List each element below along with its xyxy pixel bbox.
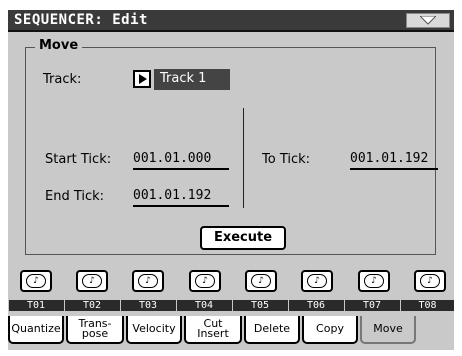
audio-icon: ♪ <box>364 274 384 288</box>
tab-copy[interactable]: Copy <box>302 316 358 344</box>
tab-label-line2: Insert <box>197 327 229 340</box>
panel-title: Move <box>35 38 83 53</box>
triangle-down-icon <box>420 16 436 25</box>
track-label-t02: T02 <box>64 300 119 311</box>
tab-velocity[interactable]: Velocity <box>126 316 182 344</box>
end-tick-field[interactable]: 001.01.192 <box>133 188 229 207</box>
track-label-t06: T06 <box>288 300 343 311</box>
end-tick-label: End Tick: <box>45 189 105 204</box>
audio-icon: ♪ <box>195 274 215 288</box>
audio-icon: ♪ <box>251 274 271 288</box>
tab-label: Velocity <box>132 322 176 335</box>
audio-icon: ♪ <box>307 274 327 288</box>
panel-divider <box>243 108 244 208</box>
tab-transpose[interactable]: Trans-pose <box>66 316 124 344</box>
track-button-2[interactable]: ♪ <box>76 270 108 292</box>
audio-icon: ♪ <box>138 274 158 288</box>
tab-move[interactable]: Move <box>360 316 416 344</box>
tab-delete[interactable]: Delete <box>244 316 300 344</box>
track-strip: ♪ ♪ ♪ ♪ ♪ ♪ ♪ ♪ T01 T02 T03 T04 T05 T06 … <box>8 262 454 319</box>
page-title: SEQUENCER: Edit <box>14 12 148 28</box>
to-tick-label: To Tick: <box>262 152 311 167</box>
tab-label: Delete <box>253 322 291 335</box>
track-button-7[interactable]: ♪ <box>358 270 390 292</box>
execute-button[interactable]: Execute <box>200 226 286 250</box>
tab-label: Move <box>373 322 403 335</box>
play-triangle-icon <box>139 74 147 84</box>
track-select-button[interactable] <box>133 70 151 88</box>
tab-cut-insert[interactable]: Cut Insert <box>184 316 242 344</box>
track-button-8[interactable]: ♪ <box>414 270 446 292</box>
track-label-t04: T04 <box>176 300 231 311</box>
tab-label-line2: pose <box>81 327 109 340</box>
track-label-t07: T07 <box>344 300 399 311</box>
page-menu-button[interactable] <box>406 13 450 28</box>
audio-icon: ♪ <box>26 274 46 288</box>
sequencer-screen: SEQUENCER: Edit Move Track: Track 1 Star… <box>8 10 454 350</box>
track-button-4[interactable]: ♪ <box>189 270 221 292</box>
track-label: Track: <box>43 72 82 87</box>
track-button-1[interactable]: ♪ <box>20 270 52 292</box>
track-button-6[interactable]: ♪ <box>301 270 333 292</box>
track-label-bar: T01 T02 T03 T04 T05 T06 T07 T08 <box>8 300 454 311</box>
tab-quantize[interactable]: Quantize <box>8 316 64 344</box>
tab-bar: Quantize Trans-pose Velocity Cut Insert D… <box>8 316 454 350</box>
audio-icon: ♪ <box>420 274 440 288</box>
start-tick-field[interactable]: 001.01.000 <box>133 151 229 170</box>
audio-icon: ♪ <box>82 274 102 288</box>
to-tick-field[interactable]: 001.01.192 <box>350 151 438 170</box>
track-button-3[interactable]: ♪ <box>132 270 164 292</box>
tab-label: Copy <box>316 322 344 335</box>
track-value-field[interactable]: Track 1 <box>154 69 230 90</box>
title-bar: SEQUENCER: Edit <box>8 10 454 32</box>
tab-label: Quantize <box>11 322 61 335</box>
track-label-t05: T05 <box>232 300 287 311</box>
track-button-5[interactable]: ♪ <box>245 270 277 292</box>
track-label-t03: T03 <box>120 300 175 311</box>
start-tick-label: Start Tick: <box>45 152 112 167</box>
track-label-t08: T08 <box>400 300 454 311</box>
track-label-t01: T01 <box>8 300 63 311</box>
